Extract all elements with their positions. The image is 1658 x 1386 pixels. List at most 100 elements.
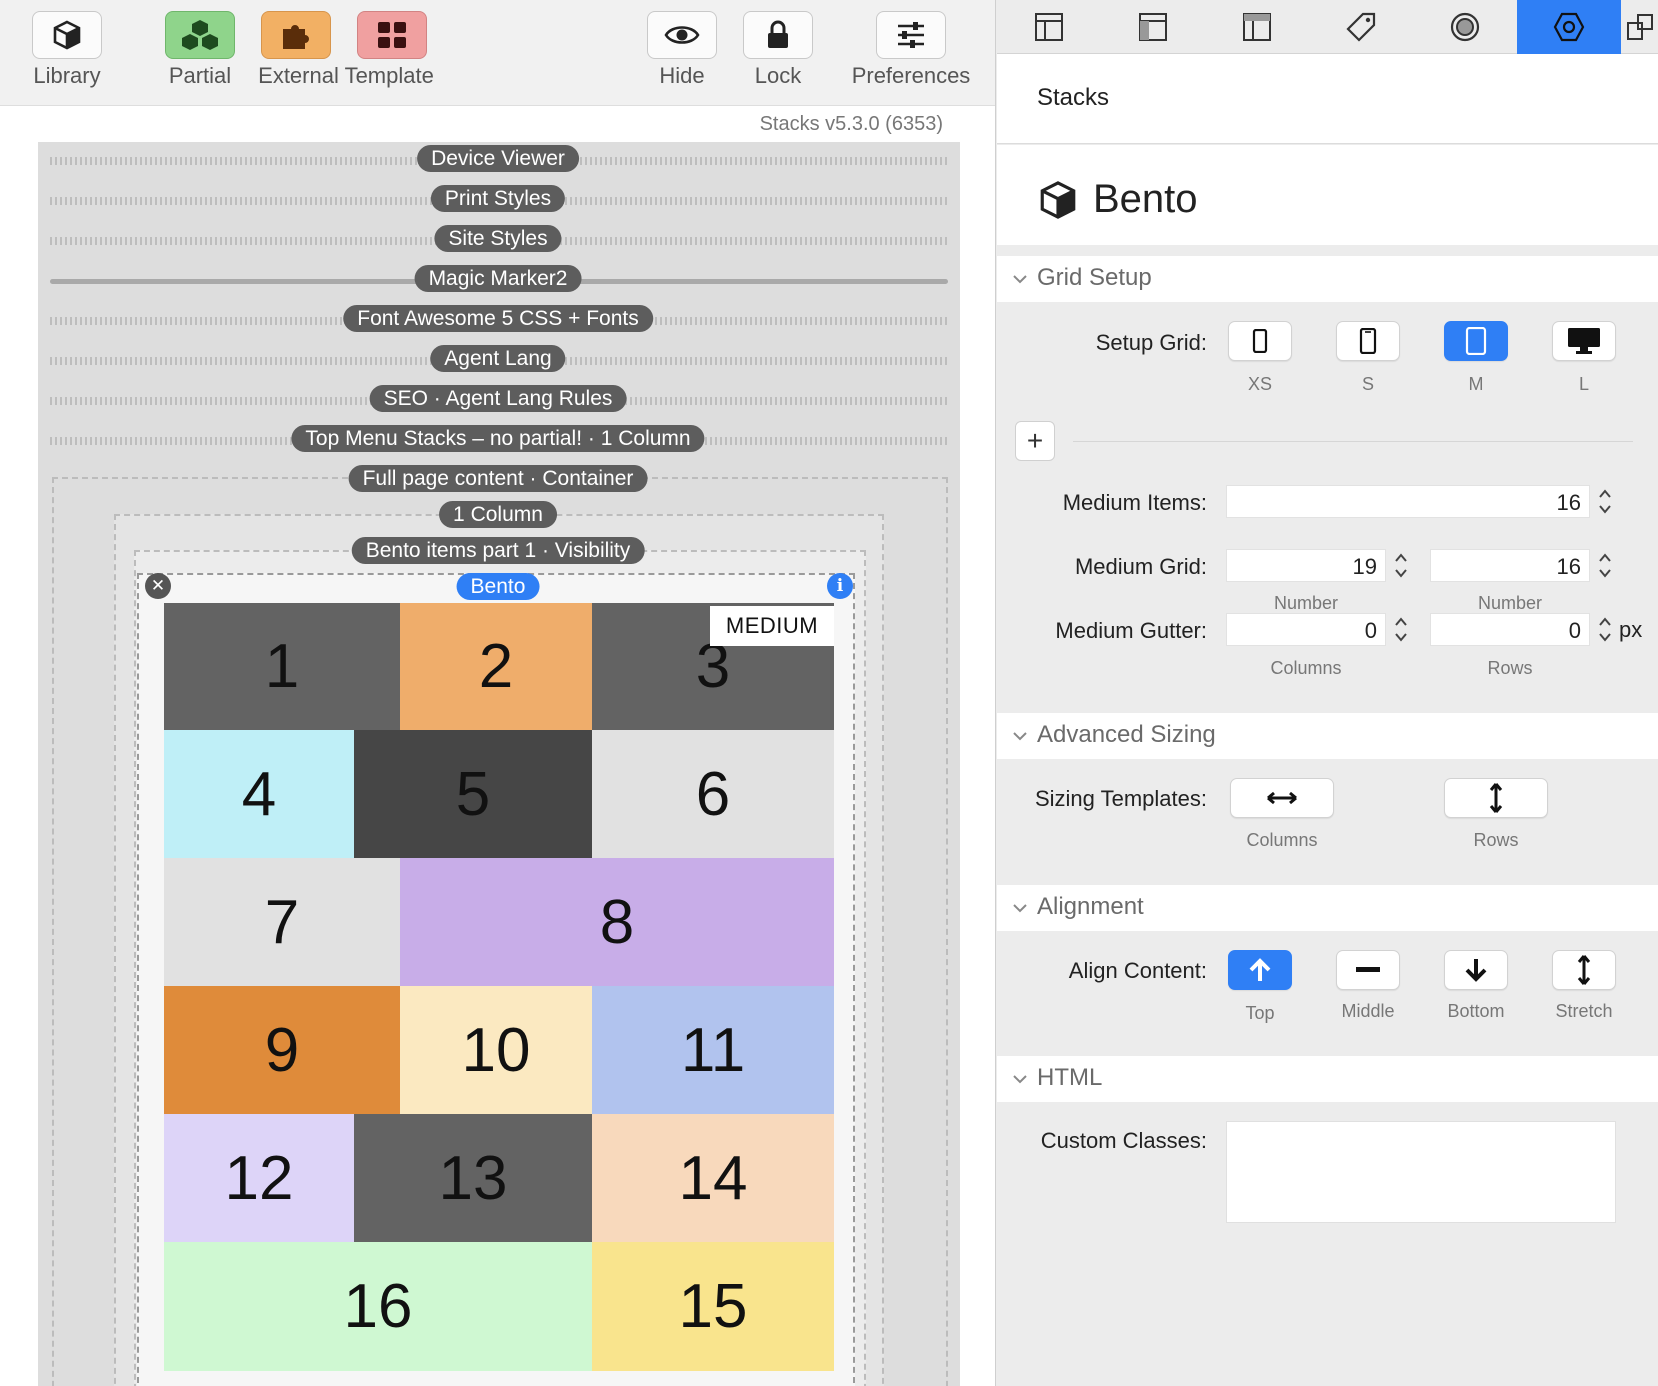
stack-pill-bento[interactable]: Bento xyxy=(456,573,540,600)
medium-grid-label: Medium Grid: xyxy=(1074,554,1207,579)
bento-cell[interactable]: 2 xyxy=(400,603,592,730)
bento-cell[interactable]: 9 xyxy=(164,986,400,1114)
align-bottom-button[interactable] xyxy=(1444,950,1508,990)
cube-icon xyxy=(53,20,81,50)
editor-toolbar: Library Partial External Template Hide L… xyxy=(0,0,995,106)
setup-grid-s-label: S xyxy=(1361,374,1375,394)
align-middle-button[interactable] xyxy=(1336,950,1400,990)
section-alignment[interactable]: Alignment xyxy=(997,885,1658,931)
section-html[interactable]: HTML xyxy=(997,1056,1658,1102)
lock-button[interactable] xyxy=(743,11,813,59)
bento-cell[interactable]: 11 xyxy=(592,986,834,1114)
chevron-down-icon xyxy=(1013,275,1027,284)
sizing-columns-label: Columns xyxy=(1246,830,1318,850)
chevron-down-icon xyxy=(1013,1075,1027,1084)
setup-grid-l-button[interactable] xyxy=(1552,321,1616,361)
align-top-button[interactable] xyxy=(1228,950,1292,990)
medium-gutter-rows-field[interactable]: 0 xyxy=(1430,613,1590,646)
info-icon[interactable]: i xyxy=(827,573,853,599)
tab-more[interactable] xyxy=(1621,0,1658,54)
bento-grid: 1 2 3 4 5 6 7 8 9 10 11 12 13 14 16 15 xyxy=(164,603,834,1371)
stack-pill-print-styles[interactable]: Print Styles xyxy=(430,185,566,212)
bento-cell[interactable]: 8 xyxy=(400,858,834,986)
bento-cell[interactable]: 4 xyxy=(164,730,354,858)
stack-pill-top-menu[interactable]: Top Menu Stacks – no partial! · 1 Column xyxy=(291,425,705,452)
gutter-unit: px xyxy=(1619,617,1643,642)
arrows-horizontal-icon xyxy=(1267,791,1297,805)
bento-cell[interactable]: 15 xyxy=(592,1242,834,1371)
stack-pill-magic-marker[interactable]: Magic Marker2 xyxy=(414,265,582,292)
section-title: Alignment xyxy=(1037,893,1144,920)
tab-stacks[interactable] xyxy=(1517,0,1621,54)
bento-cell[interactable]: 13 xyxy=(354,1114,592,1242)
medium-gutter-rows-stepper[interactable] xyxy=(1596,613,1614,646)
arrow-down-icon xyxy=(1465,959,1487,982)
setup-grid-label: Setup Grid: xyxy=(1095,330,1207,355)
sizing-rows-button[interactable] xyxy=(1444,778,1548,818)
medium-grid-rows-stepper[interactable] xyxy=(1596,549,1614,582)
tab-template[interactable] xyxy=(1205,0,1309,54)
bento-cell[interactable]: 5 xyxy=(354,730,592,858)
bento-cell[interactable]: 12 xyxy=(164,1114,354,1242)
section-title: HTML xyxy=(1037,1064,1103,1091)
setup-grid-xs-label: XS xyxy=(1247,374,1273,394)
library-button[interactable] xyxy=(32,11,102,59)
setup-grid-m-button[interactable] xyxy=(1444,321,1508,361)
section-advanced-sizing[interactable]: Advanced Sizing xyxy=(997,713,1658,759)
sizing-templates-label: Sizing Templates: xyxy=(1034,786,1207,811)
medium-grid-columns-field[interactable]: 19 xyxy=(1226,549,1386,582)
medium-grid-sub2: Number xyxy=(1477,593,1543,613)
align-top-label: Top xyxy=(1245,1003,1275,1023)
tab-style[interactable] xyxy=(1413,0,1517,54)
medium-items-field[interactable]: 16 xyxy=(1226,485,1590,518)
medium-grid-rows-field[interactable]: 16 xyxy=(1430,549,1590,582)
sizing-columns-button[interactable] xyxy=(1230,778,1334,818)
setup-grid-xs-button[interactable] xyxy=(1228,321,1292,361)
stack-pill-bento-items[interactable]: Bento items part 1 · Visibility xyxy=(351,537,645,564)
hide-label: Hide xyxy=(659,63,705,88)
stacks-editor: Library Partial External Template Hide L… xyxy=(0,0,996,1386)
library-label: Library xyxy=(33,63,101,88)
bento-cell[interactable]: 6 xyxy=(592,730,834,858)
align-bottom-label: Bottom xyxy=(1447,1001,1505,1021)
medium-grid-columns-stepper[interactable] xyxy=(1392,549,1410,582)
bento-cell[interactable]: 14 xyxy=(592,1114,834,1242)
arrows-vertical-icon xyxy=(1577,955,1591,985)
tab-tags[interactable] xyxy=(1309,0,1413,54)
grid-template-button[interactable] xyxy=(357,11,427,59)
medium-gutter-columns-field[interactable]: 0 xyxy=(1226,613,1386,646)
stack-pill-1-column[interactable]: 1 Column xyxy=(439,501,557,528)
minus-icon xyxy=(1356,967,1380,972)
bento-cell[interactable]: 10 xyxy=(400,986,592,1114)
hide-button[interactable] xyxy=(647,11,717,59)
layout-icon xyxy=(1035,13,1063,41)
stack-pill-site-styles[interactable]: Site Styles xyxy=(434,225,562,252)
bento-cell[interactable]: 7 xyxy=(164,858,400,986)
stack-pill-font-awesome[interactable]: Font Awesome 5 CSS + Fonts xyxy=(343,305,653,332)
remove-stack-icon[interactable]: ✕ xyxy=(145,573,171,599)
hexagon-gear-icon xyxy=(1553,12,1585,42)
partial-button[interactable] xyxy=(165,11,235,59)
tab-site-layout[interactable] xyxy=(1101,0,1205,54)
stack-pill-agent-lang[interactable]: Agent Lang xyxy=(430,345,566,372)
setup-grid-s-button[interactable] xyxy=(1336,321,1400,361)
custom-classes-field[interactable] xyxy=(1226,1121,1616,1223)
medium-items-stepper[interactable] xyxy=(1596,485,1614,518)
arrow-up-icon xyxy=(1249,958,1271,981)
panels-icon xyxy=(1626,14,1653,40)
bento-cell[interactable]: 16 xyxy=(164,1242,592,1371)
stack-pill-full-page[interactable]: Full page content · Container xyxy=(348,465,648,492)
preferences-button[interactable] xyxy=(876,11,946,59)
stack-pill-seo[interactable]: SEO · Agent Lang Rules xyxy=(369,385,627,412)
medium-gutter-columns-stepper[interactable] xyxy=(1392,613,1410,646)
bento-cell[interactable]: 1 xyxy=(164,603,400,730)
section-grid-setup[interactable]: Grid Setup xyxy=(997,256,1658,302)
section-title: Grid Setup xyxy=(1037,264,1152,291)
align-content-label: Align Content: xyxy=(1068,958,1207,983)
align-stretch-button[interactable] xyxy=(1552,950,1616,990)
external-template-button[interactable] xyxy=(261,11,331,59)
tab-page-layout[interactable] xyxy=(997,0,1101,54)
stack-pill-device-viewer[interactable]: Device Viewer xyxy=(417,145,579,172)
add-breakpoint-button[interactable]: + xyxy=(1015,421,1055,461)
layout-header-icon xyxy=(1243,13,1271,41)
